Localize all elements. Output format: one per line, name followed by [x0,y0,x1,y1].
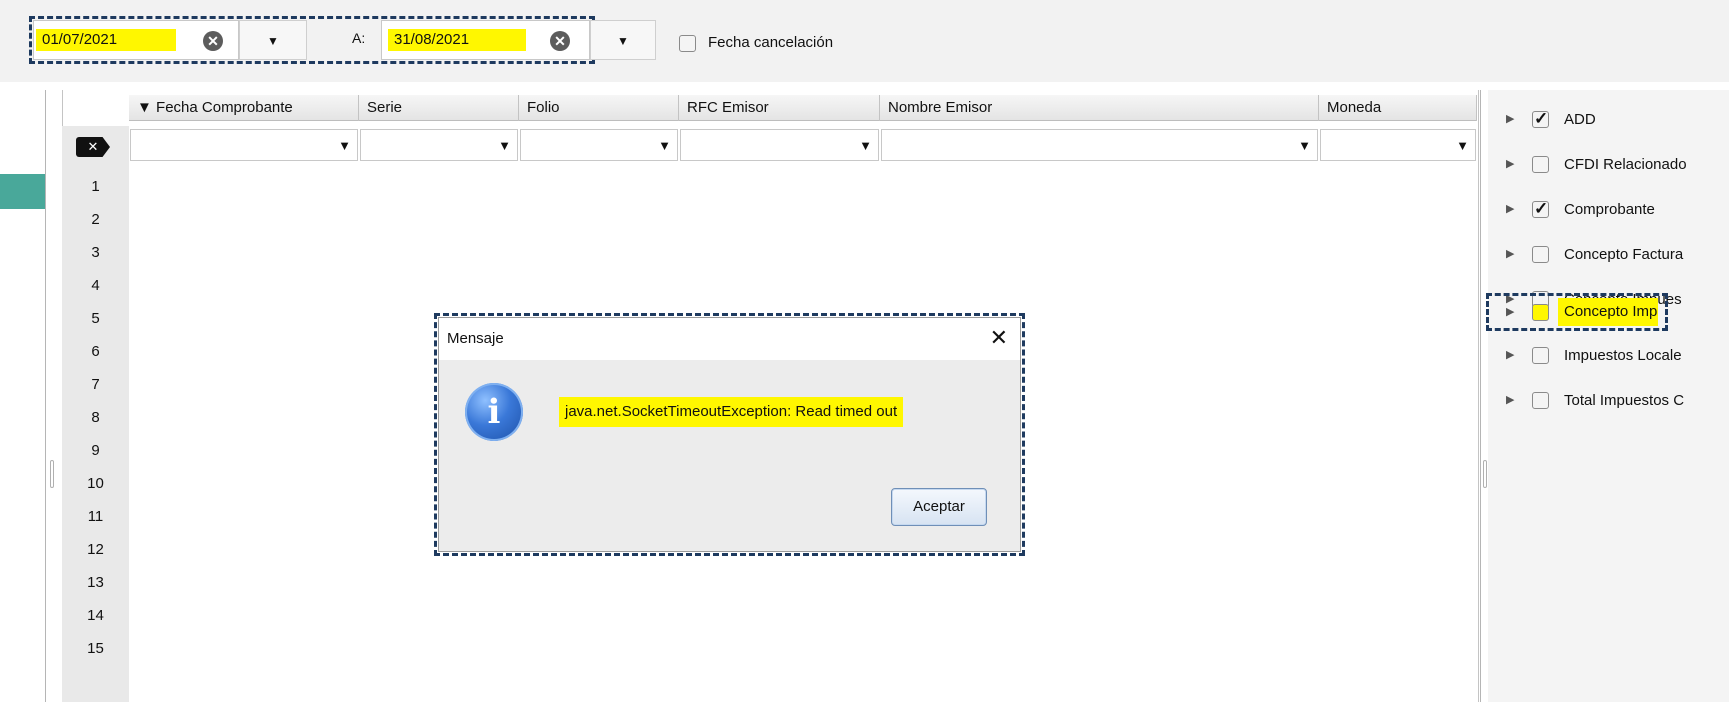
column-header-rfc-emisor[interactable]: RFC Emisor [679,95,880,121]
row-number: 12 [87,541,104,558]
row-number: 6 [91,343,100,360]
filter-moneda[interactable]: ▼ [1320,129,1476,161]
column-header-label: Nombre Emisor [888,99,993,116]
entity-tree-panel: ▶ ADD ▶ CFDI Relacionado ▶ Comprobante ▶… [1486,90,1729,702]
tree-item-label: CFDI Relacionado [1564,156,1687,173]
row-number: 4 [91,277,100,294]
column-header-fecha-comprobante[interactable]: ▼ Fecha Comprobante [129,95,359,121]
from-date-dropdown-button[interactable]: ▼ [239,20,307,60]
tree-item-checkbox[interactable] [1532,156,1549,173]
tree-item-label: Impuestos Locale [1564,347,1682,364]
to-date-field[interactable]: 31/08/2021 ✕ [381,20,590,60]
grid-filter-row: ▼ ▼ ▼ ▼ ▼ ▼ [129,126,1477,164]
tree-item-label: Concepto Factura [1564,246,1684,263]
filter-folio[interactable]: ▼ [520,129,678,161]
splitter-handle[interactable] [50,460,54,488]
row-number: 10 [87,475,104,492]
column-header-label: Serie [367,99,403,116]
tree-item-checkbox[interactable] [1532,246,1549,263]
tree-item-comprobante[interactable]: ▶ Comprobante [1488,192,1729,228]
grid-header-row: ▼ Fecha Comprobante Serie Folio RFC Emis… [129,95,1477,121]
row-number: 9 [91,442,100,459]
clear-from-date-icon[interactable]: ✕ [203,31,223,51]
tree-item-label: ADD [1564,111,1596,128]
row-number: 14 [87,607,104,624]
tree-item-checkbox[interactable] [1532,109,1549,129]
column-header-serie[interactable]: Serie [359,95,519,121]
dialog-title: Mensaje [447,330,504,347]
tree-item-label: Concepto Impues [1558,298,1658,326]
close-icon[interactable]: ✕ [990,326,1008,350]
tree-item-total-impuestos[interactable]: ▶ Total Impuestos C [1488,383,1729,419]
row-number: 13 [87,574,104,591]
tree-item-checkbox[interactable] [1532,304,1549,321]
side-tab[interactable] [0,174,45,209]
filter-dropdown-icon: ▼ [1456,138,1469,153]
cancel-date-label: Fecha cancelación [708,34,834,51]
row-number: 15 [87,640,104,657]
column-header-label: Fecha Comprobante [156,99,293,116]
row-number: 11 [87,508,104,525]
cancel-date-checkbox[interactable] [679,35,696,52]
tree-item-impuestos-locales[interactable]: ▶ Impuestos Locale [1488,338,1729,374]
column-header-folio[interactable]: Folio [519,95,679,121]
filter-serie[interactable]: ▼ [360,129,518,161]
tree-item-checkbox[interactable] [1532,199,1549,219]
expand-arrow-icon[interactable]: ▶ [1506,305,1514,318]
panel-divider [45,90,46,702]
splitter-handle[interactable] [1483,460,1487,488]
tree-item-label: Total Impuestos C [1564,392,1685,409]
column-header-moneda[interactable]: Moneda [1319,95,1477,121]
column-header-label: Moneda [1327,99,1382,116]
column-header-label: Folio [527,99,560,116]
row-number: 5 [91,310,100,327]
filter-dropdown-icon: ▼ [859,138,872,153]
dialog-message: java.net.SocketTimeoutException: Read ti… [559,397,904,427]
tree-item-cfdi-relacionado[interactable]: ▶ CFDI Relacionado [1488,147,1729,183]
filter-dropdown-icon: ▼ [1298,138,1311,153]
message-dialog: Mensaje ✕ i java.net.SocketTimeoutExcept… [438,317,1021,552]
tree-item-label: Comprobante [1564,201,1655,218]
from-date-field[interactable]: 01/07/2021 ✕ [33,20,239,60]
filter-nombre-emisor[interactable]: ▼ [881,129,1318,161]
row-number: 2 [91,211,100,228]
tree-item-add[interactable]: ▶ ADD [1488,102,1729,138]
tree-item-concepto-factura[interactable]: ▶ Concepto Factura [1488,237,1729,273]
ok-button[interactable]: Aceptar [891,488,987,526]
column-header-label: RFC Emisor [687,99,769,116]
tree-item-checkbox[interactable] [1532,392,1549,409]
clear-to-date-icon[interactable]: ✕ [550,31,570,51]
sort-descending-icon: ▼ [137,99,152,116]
tree-item-concepto-impuestos-2[interactable]: ▶ Concepto Impues [1488,294,1729,330]
filter-rfc-emisor[interactable]: ▼ [680,129,879,161]
row-number-list: 1 2 3 4 5 6 7 8 9 10 11 12 13 14 15 [62,170,129,665]
row-number: 7 [91,376,100,393]
expand-arrow-icon[interactable]: ▶ [1506,202,1514,215]
filter-fecha-comprobante[interactable]: ▼ [130,129,358,161]
from-date-value: 01/07/2021 [36,29,176,51]
to-date-value: 31/08/2021 [388,29,526,51]
panel-divider [1480,90,1481,702]
expand-arrow-icon[interactable]: ▶ [1506,348,1514,361]
row-number: 1 [91,178,100,195]
row-number: 8 [91,409,100,426]
filter-dropdown-icon: ▼ [498,138,511,153]
expand-arrow-icon[interactable]: ▶ [1506,112,1514,125]
dialog-title-bar[interactable]: Mensaje ✕ [439,318,1020,360]
expand-arrow-icon[interactable]: ▶ [1506,157,1514,170]
row-number: 3 [91,244,100,261]
expand-arrow-icon[interactable]: ▶ [1506,393,1514,406]
info-icon: i [465,383,523,441]
to-date-label: A: [352,30,366,46]
expand-arrow-icon[interactable]: ▶ [1506,247,1514,260]
tree-item-checkbox[interactable] [1532,347,1549,364]
to-date-dropdown-button[interactable]: ▼ [590,20,656,60]
filter-dropdown-icon: ▼ [338,138,351,153]
column-header-nombre-emisor[interactable]: Nombre Emisor [880,95,1319,121]
filter-dropdown-icon: ▼ [658,138,671,153]
